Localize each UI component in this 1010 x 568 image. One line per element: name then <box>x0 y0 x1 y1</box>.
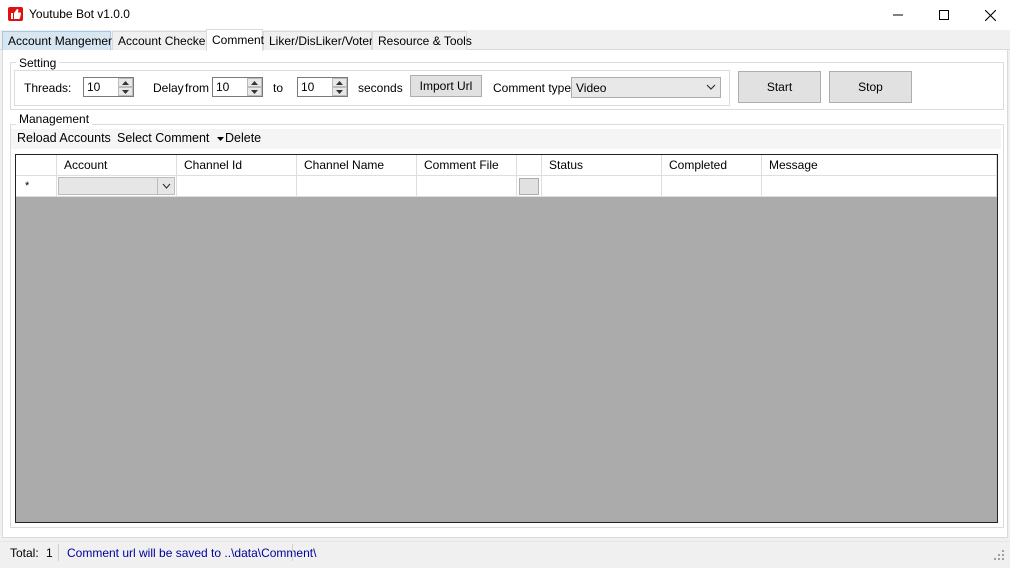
delay-to-value: 10 <box>301 80 315 94</box>
caret-down-icon <box>216 136 224 141</box>
tab-comment[interactable]: Comment <box>206 29 264 51</box>
column-header-message[interactable]: Message <box>762 155 997 176</box>
resize-grip-icon[interactable] <box>994 550 1004 560</box>
youtube-like-icon <box>8 7 23 21</box>
status-separator <box>58 544 59 561</box>
browse-file-button[interactable] <box>519 178 539 195</box>
column-header-channel-name[interactable]: Channel Name <box>297 155 417 176</box>
delay-label: Delay <box>153 81 184 95</box>
to-label: to <box>273 81 284 95</box>
status-message: Comment url will be saved to ..\data\Com… <box>67 546 317 560</box>
new-row-marker: * <box>25 180 30 192</box>
delay-to-up-button[interactable] <box>332 78 347 87</box>
arrow-down-icon <box>122 89 129 94</box>
tab-account-management[interactable]: Account Mangement <box>2 31 118 50</box>
arrow-down-icon <box>336 89 343 94</box>
window-title: Youtube Bot v1.0.0 <box>29 7 130 21</box>
import-url-button[interactable]: Import Url <box>410 75 482 97</box>
maximize-button[interactable] <box>921 0 967 30</box>
total-value: 1 <box>46 546 53 560</box>
delay-from-down-button[interactable] <box>247 87 262 96</box>
column-header-comment-file[interactable]: Comment File <box>417 155 517 176</box>
completed-cell[interactable] <box>662 176 762 197</box>
column-header-button[interactable] <box>517 155 542 176</box>
arrow-down-icon <box>251 89 258 94</box>
delay-to-down-button[interactable] <box>332 87 347 96</box>
column-header-account[interactable]: Account <box>57 155 177 176</box>
seconds-label: seconds <box>358 81 403 95</box>
delay-to-stepper[interactable]: 10 <box>297 77 348 97</box>
title-bar <box>0 0 1010 30</box>
column-header-channel-id[interactable]: Channel Id <box>177 155 297 176</box>
column-header-status[interactable]: Status <box>542 155 662 176</box>
tab-resource-tools[interactable]: Resource & Tools <box>372 31 472 50</box>
select-comment-label: Select Comment <box>117 131 210 145</box>
account-combobox-button[interactable] <box>157 178 174 194</box>
message-cell[interactable] <box>762 176 997 197</box>
management-legend: Management <box>16 112 93 126</box>
close-icon <box>984 9 996 21</box>
channel-id-cell[interactable] <box>177 176 297 197</box>
total-label: Total: <box>10 546 39 560</box>
comment-type-value: Video <box>576 81 607 95</box>
grid-row-header-corner <box>16 155 57 176</box>
comment-type-label: Comment type <box>493 81 572 95</box>
delay-from-up-button[interactable] <box>247 78 262 87</box>
start-button[interactable]: Start <box>738 71 821 103</box>
threads-stepper[interactable]: 10 <box>83 77 134 97</box>
select-comment-dropdown[interactable]: Select Comment <box>117 131 224 145</box>
comment-file-cell[interactable] <box>417 176 517 197</box>
arrow-up-icon <box>336 80 343 85</box>
chevron-down-icon <box>706 84 716 90</box>
arrow-up-icon <box>251 80 258 85</box>
new-row-header[interactable]: * <box>16 176 57 197</box>
delay-from-stepper[interactable]: 10 <box>212 77 263 97</box>
minimize-icon <box>893 14 903 16</box>
minimize-button[interactable] <box>875 0 921 30</box>
threads-up-button[interactable] <box>118 78 133 87</box>
status-separator <box>292 544 293 561</box>
stop-button[interactable]: Stop <box>829 71 912 103</box>
threads-label: Threads: <box>24 81 72 95</box>
chevron-down-icon <box>162 183 170 189</box>
threads-value: 10 <box>87 80 101 94</box>
threads-down-button[interactable] <box>118 87 133 96</box>
tab-liker-disliker-voter[interactable]: Liker/DisLiker/Voter <box>263 31 373 50</box>
delete-button[interactable]: Delete <box>225 131 261 145</box>
column-header-completed[interactable]: Completed <box>662 155 762 176</box>
delay-from-value: 10 <box>216 80 230 94</box>
account-combobox[interactable] <box>58 177 175 195</box>
comment-type-select[interactable]: Video <box>571 77 721 98</box>
maximize-icon <box>939 10 949 20</box>
account-cell[interactable] <box>57 176 177 197</box>
setting-legend: Setting <box>16 56 60 70</box>
reload-accounts-button[interactable]: Reload Accounts <box>17 131 111 145</box>
from-label: from <box>185 81 209 95</box>
arrow-up-icon <box>122 80 129 85</box>
close-button[interactable] <box>967 0 1010 30</box>
tab-account-checker[interactable]: Account Checker <box>112 31 209 50</box>
channel-name-cell[interactable] <box>297 176 417 197</box>
file-button-cell[interactable] <box>517 176 542 197</box>
comment-grid[interactable] <box>15 154 998 523</box>
status-cell[interactable] <box>542 176 662 197</box>
